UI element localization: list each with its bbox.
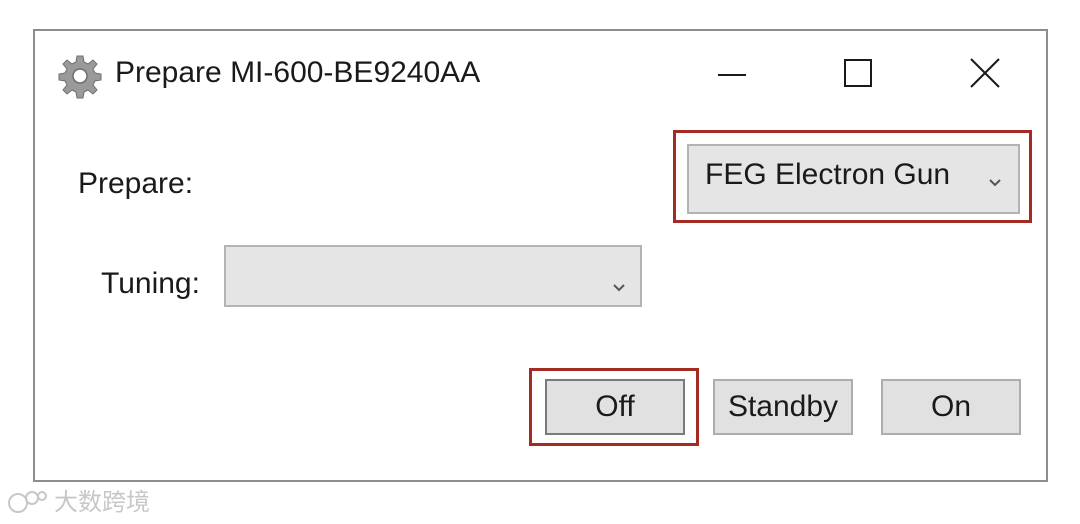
chevron-down-icon [986, 164, 1004, 187]
tuning-label: Tuning: [101, 267, 200, 300]
close-icon[interactable] [960, 53, 1010, 95]
prepare-dialog: Prepare MI-600-BE9240AA Prepare: FEG Ele… [33, 29, 1048, 482]
standby-button[interactable]: Standby [713, 379, 853, 435]
gear-icon [57, 53, 103, 99]
watermark-text: 大数跨境 [54, 489, 150, 516]
maximize-icon[interactable] [833, 53, 883, 95]
chevron-down-icon [610, 269, 628, 292]
title-bar: Prepare MI-600-BE9240AA [35, 31, 1046, 115]
watermark-logo: 大数跨境 [6, 487, 150, 519]
prepare-select[interactable]: FEG Electron Gun [687, 144, 1020, 214]
prepare-label: Prepare: [78, 167, 194, 200]
off-button[interactable]: Off [545, 379, 685, 435]
on-button[interactable]: On [881, 379, 1021, 435]
tuning-select[interactable] [224, 245, 642, 307]
window-title: Prepare MI-600-BE9240AA [115, 56, 481, 89]
minimize-icon[interactable] [707, 53, 757, 95]
prepare-select-value: FEG Electron Gun [705, 158, 951, 191]
